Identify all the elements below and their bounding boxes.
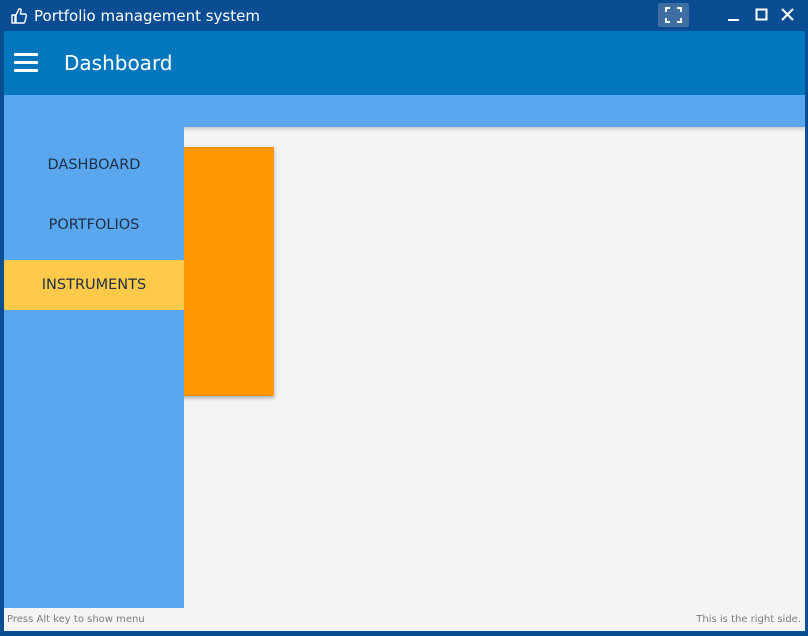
window-title: Portfolio management system: [34, 7, 260, 25]
fullscreen-button[interactable]: [658, 3, 689, 27]
menu-line: [14, 69, 38, 72]
maximize-button[interactable]: [750, 4, 774, 26]
app-bar: Dashboard: [4, 31, 805, 95]
fullscreen-icon: [665, 7, 682, 23]
hamburger-menu-icon[interactable]: [10, 49, 42, 77]
menu-line: [14, 61, 38, 64]
menu-line: [14, 53, 38, 56]
window-titlebar[interactable]: Portfolio management system: [0, 0, 808, 31]
app-window: Portfolio management system Dashboard DA…: [0, 0, 808, 636]
close-icon: [781, 8, 794, 21]
thumbs-up-icon: [10, 7, 28, 25]
status-bar: Press Alt key to show menu This is the r…: [4, 608, 805, 631]
minimize-icon: [728, 19, 739, 21]
client-area: Dashboard actif DASHBOARD PORTFOLIOS INS…: [4, 31, 805, 631]
nav-item-instruments[interactable]: INSTRUMENTS: [4, 260, 184, 310]
status-right-text: This is the right side.: [696, 614, 801, 625]
navigation-drawer: DASHBOARD PORTFOLIOS INSTRUMENTS: [4, 95, 184, 608]
nav-item-dashboard[interactable]: DASHBOARD: [4, 140, 184, 190]
nav-item-portfolios[interactable]: PORTFOLIOS: [4, 200, 184, 250]
close-button[interactable]: [776, 4, 800, 26]
page-title: Dashboard: [64, 51, 173, 75]
minimize-button[interactable]: [722, 4, 746, 26]
status-left-text: Press Alt key to show menu: [7, 614, 145, 625]
maximize-icon: [755, 8, 768, 21]
